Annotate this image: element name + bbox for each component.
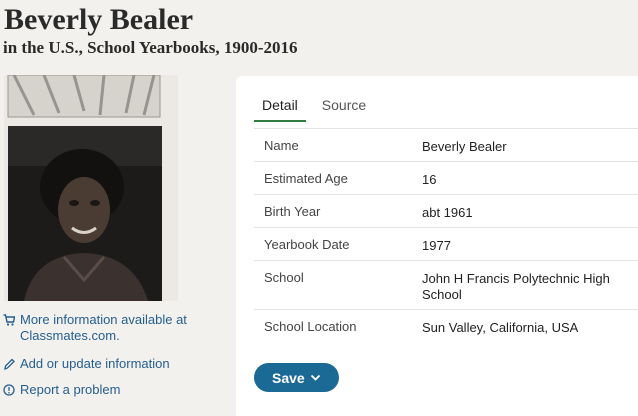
detail-value: Sun Valley, California, USA bbox=[422, 320, 579, 335]
yearbook-photo[interactable] bbox=[4, 75, 178, 301]
alert-circle-icon bbox=[3, 383, 15, 397]
chevron-down-icon bbox=[310, 374, 320, 381]
add-update-label: Add or update information bbox=[20, 356, 170, 371]
detail-label: School Location bbox=[264, 319, 357, 334]
detail-row-yearbook-date: Yearbook Date 1977 bbox=[254, 227, 638, 260]
detail-label: School bbox=[264, 270, 304, 285]
detail-value: 1977 bbox=[422, 238, 451, 253]
tab-source[interactable]: Source bbox=[314, 96, 374, 122]
more-info-text: More information available at bbox=[20, 312, 187, 327]
more-info-link[interactable]: More information available at Classmates… bbox=[3, 312, 187, 344]
detail-label: Name bbox=[264, 138, 299, 153]
detail-value: Beverly Bealer bbox=[422, 139, 507, 154]
classmates-link-text: Classmates.com. bbox=[20, 328, 120, 343]
pencil-icon bbox=[3, 357, 15, 371]
save-button[interactable]: Save bbox=[254, 363, 339, 392]
detail-value: John H Francis Polytechnic High School bbox=[422, 271, 610, 302]
save-button-label: Save bbox=[272, 369, 305, 386]
detail-row-birth-year: Birth Year abt 1961 bbox=[254, 194, 638, 227]
add-update-link[interactable]: Add or update information bbox=[3, 356, 170, 372]
cart-icon bbox=[3, 313, 16, 327]
detail-value: abt 1961 bbox=[422, 205, 473, 220]
tab-detail[interactable]: Detail bbox=[254, 96, 306, 122]
detail-row-school-location: School Location Sun Valley, California, … bbox=[254, 309, 638, 342]
detail-row-school: School John H Francis Polytechnic High S… bbox=[254, 260, 638, 309]
detail-label: Estimated Age bbox=[264, 171, 348, 186]
detail-value: 16 bbox=[422, 172, 437, 187]
collection-title: in the U.S., School Yearbooks, 1900-2016 bbox=[3, 38, 298, 57]
report-problem-link[interactable]: Report a problem bbox=[3, 382, 120, 398]
person-name: Beverly Bealer bbox=[4, 3, 194, 36]
detail-label: Yearbook Date bbox=[264, 237, 350, 252]
detail-table: Name Beverly Bealer Estimated Age 16 Bir… bbox=[254, 128, 638, 342]
detail-row-name: Name Beverly Bealer bbox=[254, 128, 638, 161]
record-tabs: Detail Source bbox=[254, 96, 374, 122]
detail-label: Birth Year bbox=[264, 204, 321, 219]
report-problem-label: Report a problem bbox=[20, 382, 121, 397]
record-detail-panel: Detail Source Name Beverly Bealer Estima… bbox=[236, 76, 638, 416]
detail-row-estimated-age: Estimated Age 16 bbox=[254, 161, 638, 194]
